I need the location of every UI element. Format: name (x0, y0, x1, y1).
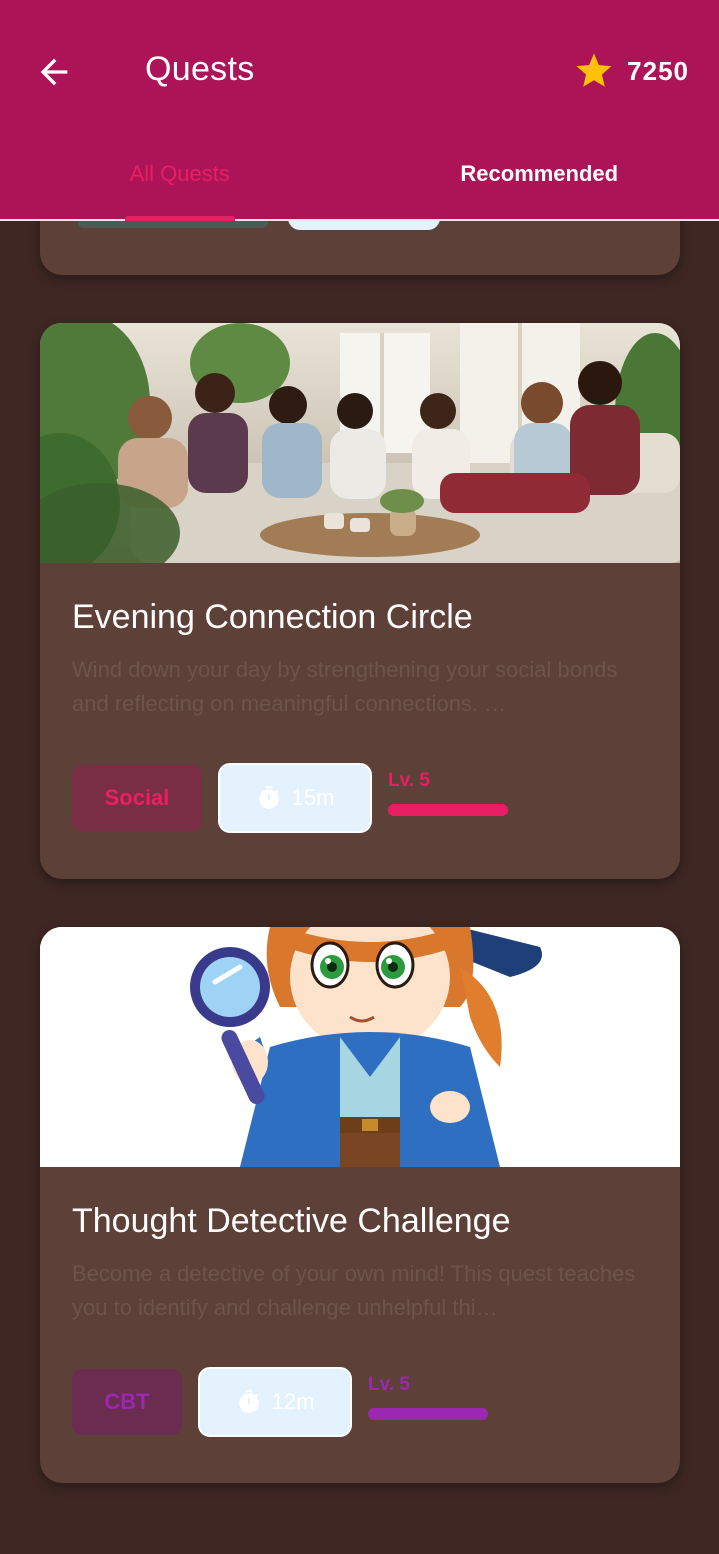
level-indicator: Lv. 5 (368, 1374, 488, 1420)
category-chip: CBT (72, 1369, 182, 1435)
duration-label: 12m (271, 1389, 315, 1414)
category-label: CBT (104, 1389, 150, 1414)
duration-label: 15m (291, 785, 335, 810)
app-bar: Quests 7250 All Quests Recommended (0, 0, 719, 221)
duration-chip[interactable]: 12m (198, 1367, 352, 1437)
duration-chip[interactable]: 15m (218, 763, 372, 833)
timer-icon (258, 786, 279, 809)
back-button[interactable] (30, 48, 78, 96)
points-display: 7250 (573, 50, 689, 92)
quest-description: Wind down your day by strengthening your… (72, 657, 618, 716)
tab-label: All Quests (129, 161, 230, 186)
active-tab-indicator (125, 216, 235, 221)
page-title: Quests (145, 50, 255, 88)
quest-image-detective (40, 927, 680, 1167)
level-label: Lv. 5 (368, 1374, 410, 1395)
quest-title: Evening Connection Circle (72, 598, 473, 636)
tab-bar: All Quests Recommended (0, 140, 719, 220)
level-bar (368, 1408, 488, 1420)
timer-icon (238, 1390, 259, 1413)
quest-description: Become a detective of your own mind! Thi… (72, 1261, 636, 1320)
star-icon (576, 53, 612, 87)
tab-label: Recommended (460, 161, 619, 186)
tab-all-quests[interactable]: All Quests (0, 140, 360, 220)
quest-meta: CBT 12m Lv. 5 (72, 1367, 488, 1437)
category-chip: Social (72, 765, 202, 831)
quest-image-social-circle (40, 323, 680, 563)
quest-title: Thought Detective Challenge (72, 1202, 511, 1240)
quests-screen: Quests 7250 All Quests Recommended Eveni… (0, 0, 719, 1554)
arrow-back-icon (40, 58, 68, 86)
level-bar (388, 804, 508, 816)
points-value: 7250 (627, 55, 689, 86)
quest-meta: Social 15m Lv. 5 (72, 763, 508, 833)
level-indicator: Lv. 5 (388, 770, 508, 816)
tab-recommended[interactable]: Recommended (360, 140, 719, 220)
quest-card[interactable]: Evening Connection Circle Wind down your… (40, 323, 680, 879)
category-label: Social (104, 785, 170, 810)
level-label: Lv. 5 (388, 770, 430, 791)
quest-card[interactable]: Thought Detective Challenge Become a det… (40, 927, 680, 1483)
